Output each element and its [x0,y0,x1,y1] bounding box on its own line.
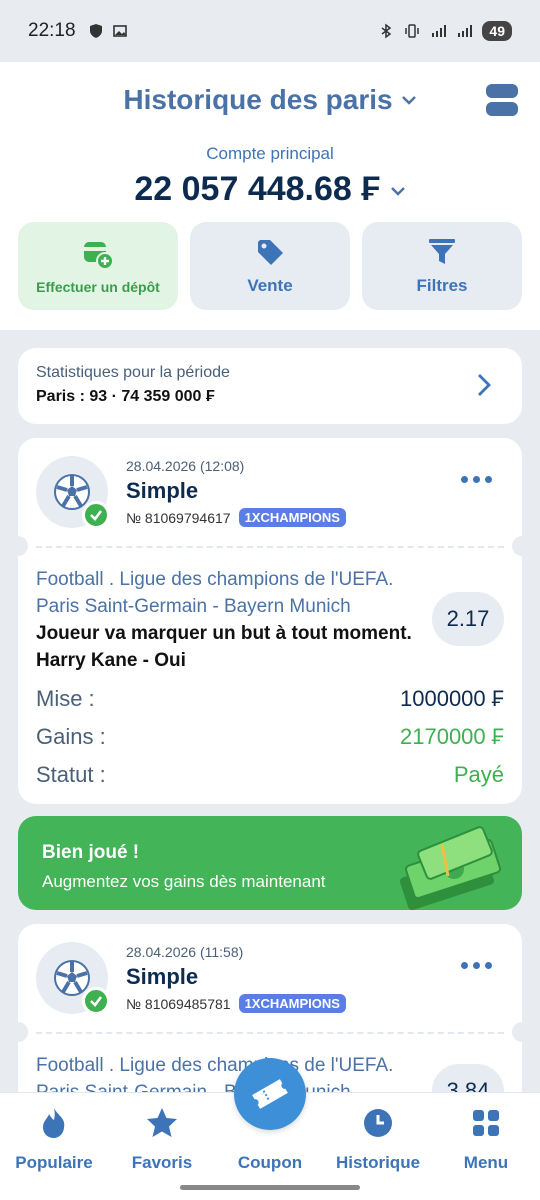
check-icon [82,987,110,1015]
nav-menu-label: Menu [463,1153,509,1172]
status-value: Payé [453,762,504,787]
filters-button[interactable]: Filtres [362,222,522,310]
status-bar: 22:18 49 [0,0,540,62]
status-time: 22:18 [28,20,76,41]
stake-row: Mise : 1000000 ₣ [36,686,504,712]
bet-date: 28.04.2026 (12:08) [126,458,245,474]
chevron-down-icon [401,96,416,105]
nav-history[interactable]: Historique [324,1105,432,1173]
odds-badge: 2.17 [432,592,504,646]
bet-number: № 81069794617 [126,509,231,526]
deposit-label: Effectuer un dépôt [36,279,160,295]
bet-number-row: № 81069485781 1XCHAMPIONS [126,994,346,1013]
nav-popular[interactable]: Populaire [0,1105,108,1173]
shield-icon [89,24,102,38]
header: Historique des paris Compte principal 22… [0,62,540,330]
status-row: Statut : Payé [36,762,504,788]
filter-icon [429,239,455,264]
winnings-row: Gains : 2170000 ₣ [36,724,504,750]
check-icon [82,501,110,529]
nav-favorites-label: Favoris [131,1153,193,1172]
bet-number: № 81069485781 [126,995,231,1012]
signal-4g-icon [432,25,447,37]
bet-type: Simple [126,478,199,503]
promo-badge: 1XCHAMPIONS [238,508,346,527]
tag-icon [258,240,283,265]
vibrate-icon [405,24,420,38]
balance-value: 22 057 448.68 ₣ [134,170,381,208]
bet-type: Simple [126,964,199,989]
bluetooth-icon [381,23,392,39]
dashed-divider [36,1032,504,1034]
cash-icon [399,826,502,910]
account-label: Compte principal [206,144,334,163]
bet-number-row: № 81069794617 1XCHAMPIONS [126,508,346,527]
filters-label: Filtres [416,276,468,295]
winnings-value: 2170000 ₣ [400,724,504,749]
image-icon [112,25,127,37]
ticket-icon [252,1079,288,1109]
league-name: Football . Ligue des champions de l'UEFA… [36,1055,394,1076]
nav-history-label: Historique [335,1153,421,1172]
promo-badge: 1XCHAMPIONS [238,994,346,1013]
battery-level: 49 [482,21,512,41]
dashed-divider [36,546,504,548]
stake-value: 1000000 ₣ [400,686,504,711]
deposit-button[interactable]: Effectuer un dépôt [18,222,178,310]
bet-date: 28.04.2026 (11:58) [126,944,244,960]
sale-button[interactable]: Vente [190,222,350,310]
promo-banner[interactable]: Bien joué ! Augmentez vos gains dès main… [18,816,522,910]
bet-league: Football . Ligue des champions de l'UEFA… [36,566,436,620]
more-options-icon[interactable] [461,476,492,483]
winnings-label: Gains : [36,724,106,749]
period-statistics-card[interactable]: Statistiques pour la période Paris : 93 … [18,348,522,424]
more-options-icon[interactable] [461,962,492,969]
stats-summary: Paris : 93 · 74 359 000 ₣ [36,388,215,405]
nav-menu[interactable]: Menu [432,1105,540,1173]
page-title[interactable]: Historique des paris [123,84,416,116]
bet-selection: Joueur va marquer un but à tout moment. … [36,623,412,671]
match-name: Paris Saint-Germain - Bayern Munich [36,596,351,617]
sale-label: Vente [247,276,293,295]
account-balance[interactable]: 22 057 448.68 ₣ [0,170,540,209]
stake-label: Mise : [36,686,95,711]
wallet-add-icon [84,242,114,270]
nav-popular-label: Populaire [15,1153,93,1172]
flame-icon [43,1108,65,1138]
status-label: Statut : [36,762,106,787]
coupon-fab-button[interactable] [234,1058,306,1130]
clock-icon [364,1109,392,1137]
star-icon [147,1108,177,1137]
nav-favorites[interactable]: Favoris [108,1105,216,1173]
stats-title: Statistiques pour la période [36,364,230,381]
page-title-text: Historique des paris [123,84,393,115]
signal-4g-icon-2 [458,25,473,37]
bet-card[interactable]: 28.04.2026 (12:08) Simple № 81069794617 … [8,438,532,804]
chevron-down-icon [390,187,405,196]
grid-icon [473,1110,499,1136]
home-indicator [180,1185,360,1190]
nav-coupon-label: Coupon [237,1153,303,1172]
league-name: Football . Ligue des champions de l'UEFA… [36,569,394,590]
chevron-right-icon [478,374,491,396]
view-toggle-button[interactable] [486,84,518,118]
